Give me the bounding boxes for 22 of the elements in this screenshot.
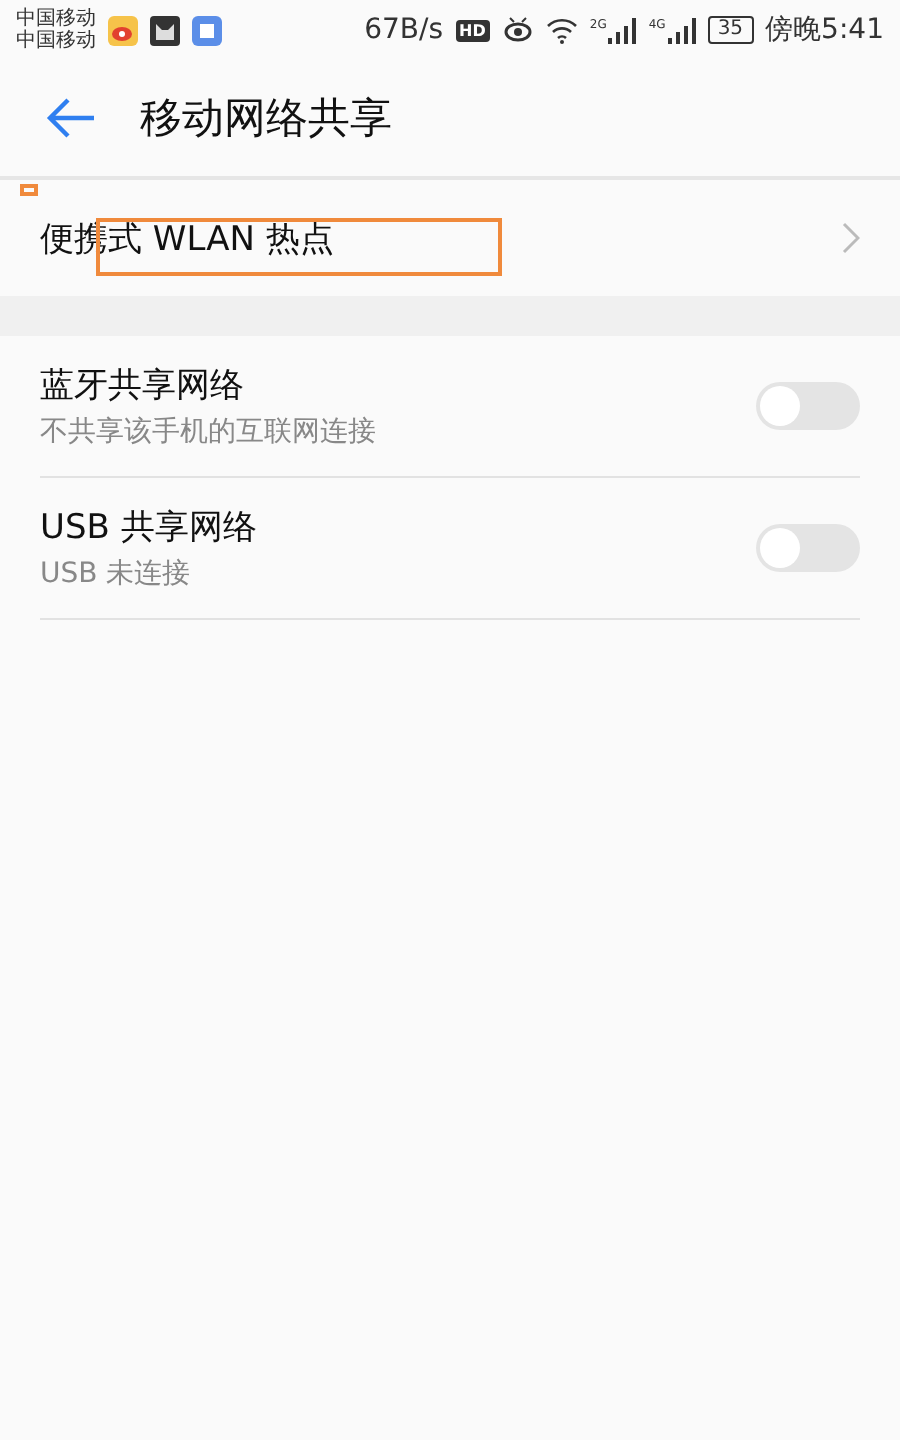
chevron-icon xyxy=(840,222,860,254)
carrier-name: 中国移动 xyxy=(16,8,96,30)
signal-icon xyxy=(608,17,637,43)
toggle-switch[interactable] xyxy=(756,524,860,572)
hd-badge: HD xyxy=(455,19,490,41)
setting-title: USB 共享网络 xyxy=(40,506,259,550)
page-title: 移动网络共享 xyxy=(140,92,392,146)
clock: 傍晚5:41 xyxy=(765,12,884,48)
setting-subtitle: USB 未连接 xyxy=(40,556,193,592)
back-button[interactable] xyxy=(44,96,96,140)
network-speed: 67B/s xyxy=(364,14,444,46)
wifi-icon xyxy=(545,17,578,43)
setting-title: 蓝牙共享网络 xyxy=(40,364,246,408)
setting-subtitle: 不共享该手机的互联网连接 xyxy=(40,414,378,450)
note-app-icon xyxy=(192,15,222,45)
marker-icon xyxy=(20,184,38,196)
toggle-switch[interactable] xyxy=(756,382,860,430)
battery-level: 35 xyxy=(707,16,754,44)
signal-icon xyxy=(667,17,696,43)
carrier-name: 中国移动 xyxy=(16,30,96,52)
eye-app-icon xyxy=(108,15,138,45)
eye-icon xyxy=(501,16,534,44)
